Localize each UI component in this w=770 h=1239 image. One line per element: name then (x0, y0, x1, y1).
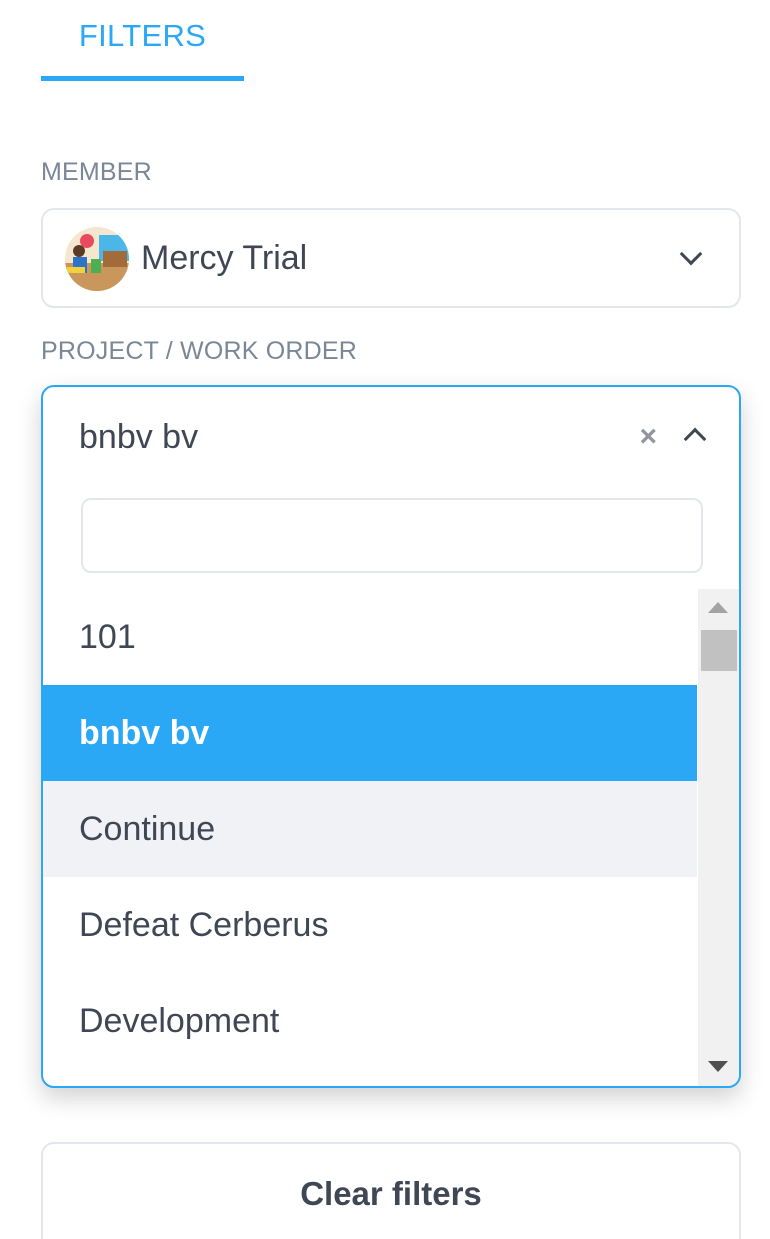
options-scrollbar[interactable] (698, 589, 739, 1086)
list-item-selected[interactable]: bnbv bv (43, 685, 697, 781)
chevron-down-icon[interactable] (679, 242, 703, 266)
member-select[interactable]: Mercy Trial (41, 208, 741, 308)
tab-active-indicator (41, 76, 244, 81)
list-item[interactable]: Development (43, 973, 697, 1069)
scroll-down-arrow-icon[interactable] (708, 1061, 728, 1072)
chevron-up-icon[interactable] (683, 427, 707, 451)
scrollbar-thumb[interactable] (701, 630, 737, 671)
scroll-up-arrow-icon[interactable] (708, 602, 728, 613)
project-search-input[interactable] (81, 498, 703, 573)
member-field-label: MEMBER (41, 158, 152, 186)
member-name: Mercy Trial (141, 239, 308, 277)
clear-selection-icon[interactable]: × (639, 420, 657, 454)
project-field-label: PROJECT / WORK ORDER (41, 337, 358, 365)
list-item-highlighted[interactable]: Continue (43, 781, 697, 877)
project-select-dropdown[interactable]: bnbv bv × 101 bnbv bv Continue Defeat Ce… (41, 385, 741, 1088)
list-item[interactable]: Defeat Cerberus (43, 877, 697, 973)
tab-filters[interactable]: FILTERS (41, 0, 244, 81)
avatar (65, 227, 129, 291)
project-selected-value: bnbv bv (79, 418, 199, 456)
clear-filters-button[interactable]: Clear filters (41, 1142, 741, 1239)
list-item[interactable]: 101 (43, 589, 697, 685)
tab-filters-label: FILTERS (78, 18, 207, 53)
project-options-list: 101 bnbv bv Continue Defeat Cerberus Dev… (43, 589, 697, 1069)
